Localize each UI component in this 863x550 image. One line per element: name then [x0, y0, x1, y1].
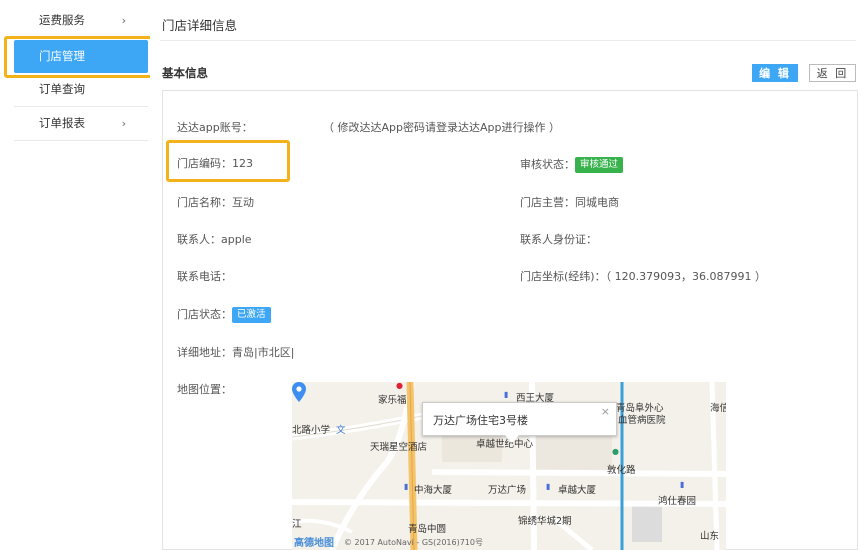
sidebar: 运费服务 › 门店管理 订单查询 订单报表 ›: [0, 0, 150, 550]
divider: [160, 40, 856, 41]
store-status: 门店状态： 已激活: [177, 306, 271, 323]
map-poi-label: 鸿仕春园: [658, 496, 697, 507]
map-poi-label: 卓越大厦: [558, 485, 597, 496]
map-logo: 高德地图: [294, 538, 334, 549]
building-icon: ▮: [546, 482, 551, 491]
chevron-right-icon: ›: [121, 14, 126, 27]
divider: [14, 37, 148, 38]
map-view[interactable]: 家乐福 西王大厦 青岛阜外心 血管病医院 海信 北路小学 文 天瑞星空酒店 卓越…: [292, 382, 726, 550]
map-copyright: © 2017 AutoNavi - GS(2016)710号: [344, 538, 483, 547]
audit-status-badge: 审核通过: [575, 157, 624, 173]
page-title: 门店详细信息: [162, 18, 238, 33]
sidebar-item-label: 订单报表: [39, 116, 85, 130]
account-tip: （ 修改达达App密码请登录达达App进行操作 ）: [323, 121, 560, 134]
store-coordinates: 门店坐标(经纬)：（ 120.379093，36.087991 ）: [520, 270, 767, 283]
store-status-label: 门店状态：: [177, 308, 232, 321]
close-icon[interactable]: ×: [601, 405, 610, 418]
map-poi-label: 文: [336, 425, 346, 436]
building-icon: ▮: [680, 480, 685, 489]
sidebar-item-label: 运费服务: [39, 13, 85, 27]
map-poi-label: 青岛中圆: [408, 524, 447, 535]
map-poi-label: 万达广场: [488, 485, 527, 496]
store-icon: ●: [396, 382, 403, 390]
store-business: 门店主营：同城电商: [520, 196, 619, 209]
sidebar-item-freight-service[interactable]: 运费服务 ›: [14, 4, 148, 37]
map-poi-label: 中海大厦: [414, 485, 453, 496]
map-poi-label: 海信: [710, 403, 726, 414]
map-poi-label: 敦化路: [607, 465, 636, 476]
edit-button[interactable]: 编 辑: [752, 64, 798, 82]
building-icon: ▮: [404, 482, 409, 491]
sidebar-item-order-report[interactable]: 订单报表 ›: [14, 107, 148, 140]
metro-icon: ●: [612, 447, 619, 456]
sidebar-item-label: 订单查询: [39, 82, 85, 96]
map-poi-label: 江: [292, 519, 302, 530]
section-title: 基本信息: [162, 66, 208, 80]
sidebar-item-order-query[interactable]: 订单查询: [14, 73, 148, 106]
audit-status-label: 审核状态：: [520, 158, 575, 171]
popup-text: 万达广场住宅3号楼: [433, 414, 528, 427]
sidebar-item-label: 门店管理: [39, 49, 85, 63]
map-poi-label: 家乐福: [378, 395, 407, 406]
account-label: 达达app账号：: [177, 121, 253, 134]
map-poi-label: 血管病医院: [618, 415, 666, 426]
audit-status: 审核状态： 审核通过: [520, 156, 624, 173]
map-poi-label: 锦绣华城2期: [518, 516, 572, 527]
building-icon: ▮: [504, 390, 509, 399]
map-label: 地图位置：: [177, 383, 232, 396]
contact-person: 联系人：apple: [177, 233, 252, 246]
address: 详细地址：青岛|市北区|: [177, 346, 295, 359]
contact-id: 联系人身份证：: [520, 233, 597, 246]
map-poi-label: 北路小学: [292, 425, 331, 436]
map-pin-icon[interactable]: [292, 382, 306, 402]
sidebar-item-store-management[interactable]: 门店管理: [14, 40, 148, 73]
store-name: 门店名称：互动: [177, 196, 254, 209]
map-poi-label: 天瑞星空酒店: [370, 442, 428, 453]
contact-phone: 联系电话：: [177, 270, 232, 283]
back-button[interactable]: 返 回: [809, 64, 856, 82]
divider: [14, 140, 148, 141]
store-status-badge: 已激活: [232, 307, 271, 323]
chevron-right-icon: ›: [121, 117, 126, 130]
map-poi-label: 山东: [700, 531, 720, 542]
map-info-popup: 万达广场住宅3号楼 ×: [422, 402, 617, 443]
store-code: 门店编码：123: [177, 157, 253, 170]
